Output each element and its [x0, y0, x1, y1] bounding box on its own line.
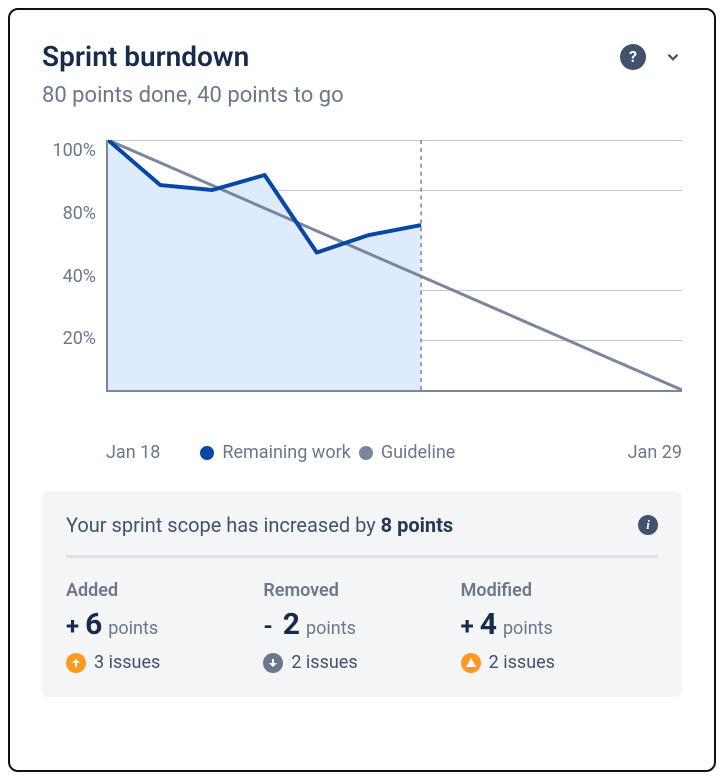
- legend-remaining: Remaining work: [200, 442, 350, 463]
- burndown-card: Sprint burndown ? 80 points done, 40 poi…: [8, 8, 716, 772]
- scope-col-modified: Modified +4 points 2 issues: [461, 580, 658, 673]
- x-tick-start: Jan 18: [106, 442, 160, 463]
- legend-dot-icon: [200, 446, 214, 460]
- legend-dot-icon: [359, 446, 373, 460]
- x-axis: Jan 18 Remaining work Guideline Jan 29: [42, 442, 682, 463]
- burndown-chart: 100% 80% 40% 20%: [42, 140, 682, 430]
- col-issues: 2 issues: [263, 652, 460, 673]
- y-axis: 100% 80% 40% 20%: [42, 140, 106, 392]
- info-icon[interactable]: i: [638, 515, 658, 535]
- scope-header: Your sprint scope has increased by 8 poi…: [66, 513, 658, 537]
- col-value: +4 points: [461, 607, 658, 642]
- col-value: +6 points: [66, 607, 263, 642]
- scope-col-added: Added +6 points 3 issues: [66, 580, 263, 673]
- scope-col-removed: Removed -2 points 2 issues: [263, 580, 460, 673]
- arrow-down-icon: [263, 653, 283, 673]
- legend-label: Remaining work: [222, 442, 350, 463]
- y-tick: 100%: [52, 140, 96, 161]
- col-value: -2 points: [263, 607, 460, 642]
- card-subtitle: 80 points done, 40 points to go: [42, 83, 682, 108]
- legend-label: Guideline: [381, 442, 456, 463]
- col-label: Added: [66, 580, 263, 601]
- col-issues: 2 issues: [461, 652, 658, 673]
- plot-area: [106, 140, 682, 392]
- y-tick: 40%: [63, 266, 96, 287]
- x-tick-end: Jan 29: [628, 442, 682, 463]
- col-label: Removed: [263, 580, 460, 601]
- divider: [66, 555, 658, 558]
- scope-columns: Added +6 points 3 issues Removed -2 poin…: [66, 580, 658, 673]
- col-issues: 3 issues: [66, 652, 263, 673]
- y-tick: 80%: [63, 203, 96, 224]
- scope-panel: Your sprint scope has increased by 8 poi…: [42, 491, 682, 697]
- arrow-up-icon: [66, 653, 86, 673]
- card-header: Sprint burndown ?: [42, 40, 682, 73]
- help-icon[interactable]: ?: [620, 44, 646, 70]
- y-tick: 20%: [63, 328, 96, 349]
- chevron-down-icon[interactable]: [664, 48, 682, 66]
- legend-guideline: Guideline: [359, 442, 456, 463]
- warning-icon: [461, 653, 481, 673]
- col-label: Modified: [461, 580, 658, 601]
- card-title: Sprint burndown: [42, 40, 249, 73]
- scope-summary: Your sprint scope has increased by 8 poi…: [66, 513, 453, 537]
- header-actions: ?: [620, 44, 682, 70]
